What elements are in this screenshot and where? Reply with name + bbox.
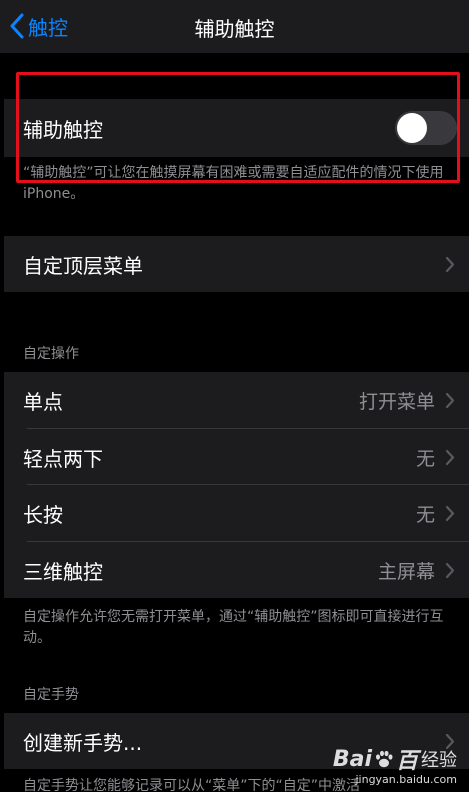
custom-actions-header: 自定操作 bbox=[23, 346, 79, 362]
action-row-double-tap[interactable]: 轻点两下 无 bbox=[4, 429, 469, 485]
chevron-right-icon bbox=[445, 505, 455, 522]
action-row-long-press[interactable]: 长按 无 bbox=[4, 485, 469, 542]
watermark-suffix: 经验 bbox=[421, 750, 457, 771]
page-title: 辅助触控 bbox=[194, 17, 275, 41]
action-row-label: 长按 bbox=[23, 503, 63, 527]
action-row-3d-touch[interactable]: 三维触控 主屏幕 bbox=[4, 542, 469, 598]
chevron-right-icon bbox=[445, 562, 455, 578]
watermark-brand-left: Bai bbox=[332, 746, 372, 772]
action-row-label: 单点 bbox=[23, 390, 63, 414]
action-row-value: 无 bbox=[415, 447, 435, 470]
assistive-touch-footnote: “辅助触控”可让您在触摸屏幕有困难或需要自适应配件的情况下使用iPhone。 bbox=[23, 165, 444, 202]
screen: 触控 辅助触控 辅助触控 “辅助触控”可让您在触摸屏幕有困难或需要自适应配件的情… bbox=[0, 0, 469, 792]
navigation-bar: 触控 辅助触控 bbox=[0, 0, 469, 53]
action-row-value: 主屏幕 bbox=[377, 560, 435, 583]
customize-top-menu-label: 自定顶层菜单 bbox=[23, 253, 143, 278]
action-row-label: 轻点两下 bbox=[23, 446, 103, 471]
chevron-right-icon bbox=[445, 392, 455, 409]
custom-actions-footnote: 自定操作允许您无需打开菜单，通过“辅助触控”图标即可直接进行互动。 bbox=[23, 609, 444, 646]
toggle-knob bbox=[397, 113, 427, 143]
action-row-value: 无 bbox=[415, 504, 435, 526]
action-row-value: 打开菜单 bbox=[358, 391, 435, 413]
baidu-jingyan-watermark: Bai 百 经验 jingyan.baidu.com bbox=[332, 743, 457, 787]
action-row-single-tap[interactable]: 单点 打开菜单 bbox=[4, 372, 469, 429]
customize-top-menu-row[interactable]: 自定顶层菜单 bbox=[4, 236, 469, 292]
assistive-touch-label: 辅助触控 bbox=[23, 117, 103, 142]
watermark-url: jingyan.baidu.com bbox=[355, 773, 457, 786]
chevron-right-icon bbox=[445, 449, 455, 465]
chevron-right-icon bbox=[445, 256, 455, 272]
assistive-touch-row: 辅助触控 bbox=[4, 99, 469, 157]
paw-icon bbox=[375, 750, 393, 768]
custom-gestures-header: 自定手势 bbox=[23, 687, 79, 703]
action-row-label: 三维触控 bbox=[23, 559, 103, 584]
watermark-brand-right: 百 bbox=[395, 749, 418, 774]
assistive-touch-toggle[interactable] bbox=[395, 111, 457, 145]
